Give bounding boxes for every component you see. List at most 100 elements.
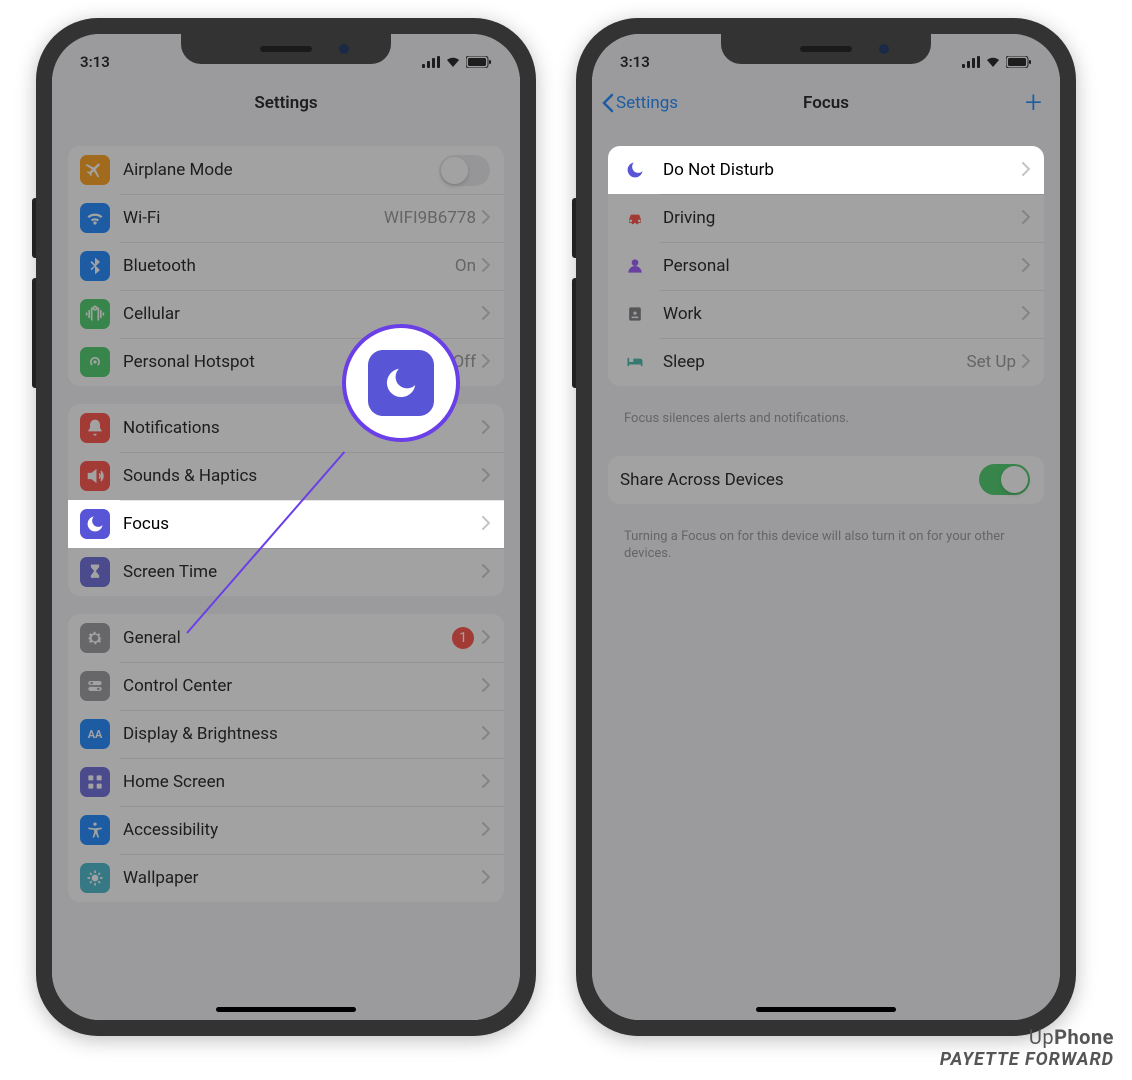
screen-focus: 3:13 Settings Focus + Do Not DisturbDriv… — [592, 34, 1060, 1020]
home-indicator[interactable] — [756, 1007, 896, 1012]
chevron-icon — [1022, 161, 1030, 180]
car-icon — [620, 203, 650, 233]
row-general[interactable]: General1 — [68, 614, 504, 662]
home-indicator[interactable] — [216, 1007, 356, 1012]
row-label: Airplane Mode — [123, 160, 439, 180]
chevron-icon — [1022, 209, 1030, 228]
navbar: Settings — [52, 78, 520, 128]
toggle[interactable] — [439, 155, 490, 186]
grid-icon — [80, 767, 110, 797]
phone-left: 3:13 Settings Airplane Mode Wi-FiWIFI9B67… — [36, 18, 536, 1036]
row-wallpaper[interactable]: Wallpaper — [68, 854, 504, 902]
aa-icon — [80, 719, 110, 749]
accessibility-icon — [80, 815, 110, 845]
moon-icon — [620, 155, 650, 185]
row-cellular[interactable]: Cellular — [68, 290, 504, 338]
row-bluetooth[interactable]: BluetoothOn — [68, 242, 504, 290]
chevron-icon — [482, 419, 490, 438]
chevron-icon — [482, 305, 490, 324]
row-label: Sounds & Haptics — [123, 466, 482, 486]
watermark: UpPhone PAYETTE FORWARD — [940, 1025, 1114, 1070]
navbar: Settings Focus + — [592, 78, 1060, 128]
row-accessibility[interactable]: Accessibility — [68, 806, 504, 854]
gear-icon — [80, 623, 110, 653]
row-label: Driving — [663, 208, 1022, 228]
hotspot-icon — [80, 347, 110, 377]
battery-icon — [1006, 56, 1032, 68]
airplane-icon — [80, 155, 110, 185]
row-value: WIFI9B6778 — [384, 208, 476, 228]
row-label: Display & Brightness — [123, 724, 482, 744]
row-label: Accessibility — [123, 820, 482, 840]
row-label: General — [123, 628, 452, 648]
row-sleep[interactable]: SleepSet Up — [608, 338, 1044, 386]
chevron-icon — [482, 353, 490, 372]
wifi-icon — [445, 56, 461, 68]
row-label: Cellular — [123, 304, 482, 324]
status-time: 3:13 — [80, 53, 110, 71]
row-airplane-mode[interactable]: Airplane Mode — [68, 146, 504, 194]
chevron-icon — [482, 725, 490, 744]
share-label: Share Across Devices — [620, 470, 979, 490]
row-work[interactable]: Work — [608, 290, 1044, 338]
chevron-icon — [482, 677, 490, 696]
screen-settings: 3:13 Settings Airplane Mode Wi-FiWIFI9B67… — [52, 34, 520, 1020]
row-personal[interactable]: Personal — [608, 242, 1044, 290]
chevron-icon — [482, 821, 490, 840]
wifi-icon — [80, 203, 110, 233]
speaker-icon — [80, 461, 110, 491]
share-across-devices-row[interactable]: Share Across Devices — [608, 456, 1044, 504]
share-hint: Turning a Focus on for this device will … — [608, 522, 1044, 563]
chevron-icon — [482, 563, 490, 582]
badge: 1 — [452, 627, 474, 649]
signal-icon — [962, 56, 980, 68]
row-label: Bluetooth — [123, 256, 455, 276]
badge-id-icon — [620, 299, 650, 329]
row-wi-fi[interactable]: Wi-FiWIFI9B6778 — [68, 194, 504, 242]
share-toggle[interactable] — [979, 464, 1030, 495]
chevron-icon — [1022, 257, 1030, 276]
row-label: Personal — [663, 256, 1022, 276]
row-label: Focus — [123, 514, 482, 534]
row-label: Screen Time — [123, 562, 482, 582]
row-control-center[interactable]: Control Center — [68, 662, 504, 710]
chevron-icon — [482, 773, 490, 792]
chevron-icon — [482, 515, 490, 534]
switches-icon — [80, 671, 110, 701]
focus-hint: Focus silences alerts and notifications. — [608, 404, 1044, 428]
row-value: On — [455, 256, 476, 276]
notch — [181, 34, 391, 64]
hourglass-icon — [80, 557, 110, 587]
bell-icon — [80, 413, 110, 443]
row-label: Control Center — [123, 676, 482, 696]
row-sounds-haptics[interactable]: Sounds & Haptics — [68, 452, 504, 500]
bluetooth-icon — [80, 251, 110, 281]
row-label: Do Not Disturb — [663, 160, 1022, 180]
row-screen-time[interactable]: Screen Time — [68, 548, 504, 596]
row-label: Wallpaper — [123, 868, 482, 888]
battery-icon — [466, 56, 492, 68]
row-focus[interactable]: Focus — [68, 500, 504, 548]
phone-right: 3:13 Settings Focus + Do Not DisturbDriv… — [576, 18, 1076, 1036]
cellular-icon — [80, 299, 110, 329]
chevron-icon — [1022, 353, 1030, 372]
wallpaper-icon — [80, 863, 110, 893]
notch — [721, 34, 931, 64]
chevron-icon — [482, 629, 490, 648]
back-label: Settings — [616, 93, 678, 113]
bed-icon — [620, 347, 650, 377]
row-label: Home Screen — [123, 772, 482, 792]
chevron-icon — [482, 257, 490, 276]
row-label: Wi-Fi — [123, 208, 384, 228]
wifi-icon — [985, 56, 1001, 68]
callout-focus-icon — [342, 324, 460, 442]
row-home-screen[interactable]: Home Screen — [68, 758, 504, 806]
moon-icon — [80, 509, 110, 539]
page-title: Focus — [803, 93, 849, 113]
back-button[interactable]: Settings — [602, 93, 678, 113]
add-button[interactable]: + — [1025, 88, 1042, 118]
row-driving[interactable]: Driving — [608, 194, 1044, 242]
row-do-not-disturb[interactable]: Do Not Disturb — [608, 146, 1044, 194]
chevron-icon — [482, 209, 490, 228]
row-display-brightness[interactable]: Display & Brightness — [68, 710, 504, 758]
